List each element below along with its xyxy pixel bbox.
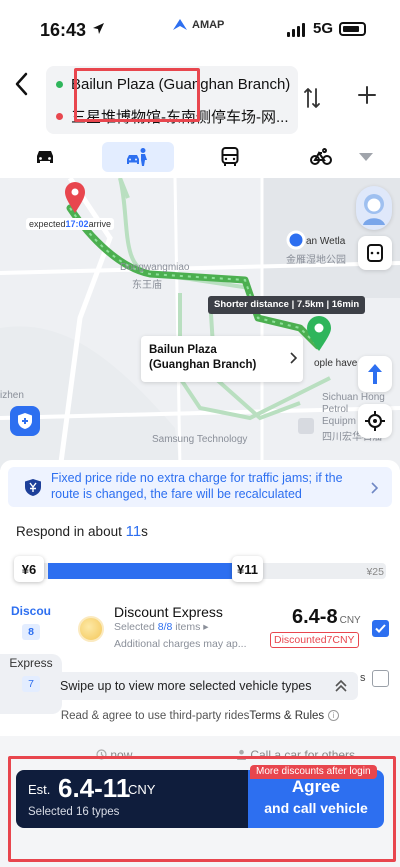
map-label-wetland-en: an Wetla <box>306 236 346 247</box>
current-price-handle[interactable]: ¥11 <box>232 556 263 582</box>
status-bar: 16:43 AMAP 5G <box>0 0 400 58</box>
vehicle-checkbox[interactable] <box>372 620 389 637</box>
map-label-zhen: izhen <box>0 390 24 401</box>
vehicle-discount-badge: Discounted7CNY <box>270 632 359 648</box>
vehicle-selected-count: 8/8 <box>157 621 173 633</box>
origin-dot-icon <box>56 81 63 88</box>
map-label-sichuan-3: Equipm <box>322 416 356 427</box>
chevron-right-icon <box>370 481 379 499</box>
vehicle-title: Discount Express <box>114 604 223 620</box>
cta-highlight-box <box>8 756 396 862</box>
double-chevron-up-icon <box>334 678 348 697</box>
respond-seconds: 11 <box>125 523 142 540</box>
second-vehicle-checkbox[interactable] <box>372 670 389 687</box>
vehicle-price: 6.4-8 CNY <box>292 606 361 629</box>
slider-fill <box>48 563 232 579</box>
triangle-down-icon <box>359 153 373 161</box>
map-label-dongwang-cn: 东王庙 <box>132 280 162 291</box>
app-logo-text: AMAP <box>192 19 225 31</box>
vehicle-tab-discount[interactable]: Discou 8 <box>0 604 62 640</box>
vehicle-extra-charges: Additional charges may ap... <box>114 638 247 650</box>
vehicle-tab-discount-label: Discou <box>10 604 51 618</box>
vehicle-selected-prefix: Selected <box>114 621 158 633</box>
shield-icon <box>18 413 32 429</box>
ride-hailing-icon <box>127 148 147 166</box>
back-button[interactable] <box>12 70 36 98</box>
avatar-button[interactable] <box>356 186 392 230</box>
notice-text: Fixed price ride no extra charge for tra… <box>51 471 343 501</box>
eta-suffix: arrive <box>88 219 112 229</box>
transport-modes <box>0 138 400 178</box>
terms-prefix: Read & agree to use third-party rides <box>60 710 250 722</box>
arrow-up-icon <box>368 364 382 384</box>
vehicle-tab-express-count: 7 <box>22 676 40 692</box>
battery-icon <box>339 22 366 36</box>
map-label-dongwang-en: Dongwangmiao <box>120 262 190 273</box>
end-pin-icon <box>307 316 331 351</box>
vehicle-selected[interactable]: Selected 8/8 items ▸ <box>114 621 209 633</box>
app-logo: AMAP <box>172 18 224 32</box>
respond-prefix: Respond in about <box>16 524 126 539</box>
start-pin-icon <box>65 182 85 213</box>
vehicle-row-discount-express[interactable]: Discount Express Selected 8/8 items ▸ Ad… <box>78 598 392 658</box>
yuan-shield-icon <box>24 478 42 502</box>
max-price-label: ¥25 <box>366 566 384 578</box>
vehicle-selected-suffix: items ▸ <box>172 621 209 633</box>
destination-dot-icon <box>56 113 63 120</box>
chevron-right-icon <box>289 352 298 369</box>
route-distance-tag[interactable]: Shorter distance | 7.5km | 16min <box>208 296 366 314</box>
destination-card[interactable]: Bailun Plaza (Guanghan Branch) <box>141 336 303 382</box>
layers-button[interactable] <box>358 236 392 270</box>
ride-sheet: Fixed price ride no extra charge for tra… <box>0 460 400 867</box>
map-view[interactable]: expected17:02arrive an Wetla 金雁湿地公园 Dong… <box>0 178 400 470</box>
location-arrow-icon <box>92 22 105 40</box>
map-label-sichuan-2: Petrol <box>322 404 349 415</box>
respond-time: Respond in about 11s <box>16 523 148 540</box>
mode-bus[interactable] <box>216 142 244 172</box>
avatar-icon <box>363 194 385 225</box>
mode-car[interactable] <box>30 142 60 172</box>
navigate-button[interactable] <box>358 356 392 392</box>
layers-icon <box>367 244 383 262</box>
vehicle-tab-express-label: Express <box>9 656 53 670</box>
eta-tag: expected17:02arrive <box>26 218 115 230</box>
respond-suffix: s <box>141 524 148 539</box>
locate-button[interactable] <box>358 404 392 438</box>
swipe-up-tip[interactable]: Swipe up to view more selected vehicle t… <box>44 672 358 700</box>
bike-icon <box>310 148 332 165</box>
terms-link[interactable]: Terms & Rules <box>249 710 324 722</box>
vehicle-price-currency: CNY <box>339 615 361 626</box>
min-price-handle[interactable]: ¥6 <box>14 556 44 582</box>
more-modes-button[interactable] <box>354 142 378 172</box>
safety-button[interactable] <box>10 406 40 436</box>
car-icon <box>37 151 53 163</box>
eta-prefix: expected <box>29 219 66 229</box>
vehicle-tab-discount-count: 8 <box>22 624 40 640</box>
bus-icon <box>221 147 239 166</box>
info-icon[interactable]: i <box>328 710 340 721</box>
swipe-tip-text: Swipe up to view more selected vehicle t… <box>60 679 312 693</box>
locate-icon <box>365 411 385 431</box>
check-icon <box>375 624 386 633</box>
second-row-fragment: s <box>360 672 366 684</box>
status-time: 16:43 <box>40 20 87 40</box>
vehicle-price-value: 6.4-8 <box>292 606 338 628</box>
mode-ride-hailing[interactable] <box>102 142 174 172</box>
map-label-wetland-cn: 金雁湿地公园 <box>286 255 346 266</box>
terms-line: Read & agree to use third-party ridesTer… <box>0 710 400 722</box>
route-header: Bailun Plaza (Guanghan Branch) 三星堆博物馆-东南… <box>0 58 400 178</box>
price-range-slider[interactable]: ¥6 ¥11 ¥25 <box>14 556 386 582</box>
add-stop-button[interactable] <box>358 86 376 104</box>
eta-time: 17:02 <box>65 219 89 229</box>
fixed-price-notice[interactable]: Fixed price ride no extra charge for tra… <box>8 467 392 507</box>
signal-icon <box>287 23 305 37</box>
mode-highlight-box <box>74 68 200 122</box>
mode-bike[interactable] <box>306 142 336 172</box>
discount-express-logo <box>78 616 104 642</box>
map-label-samsung: Samsung Technology <box>152 434 248 445</box>
destination-card-text: Bailun Plaza (Guanghan Branch) <box>149 344 257 371</box>
map-label-sichuan-1: Sichuan Hong <box>322 392 385 403</box>
network-type: 5G <box>313 20 334 37</box>
swap-route-button[interactable] <box>304 86 320 110</box>
